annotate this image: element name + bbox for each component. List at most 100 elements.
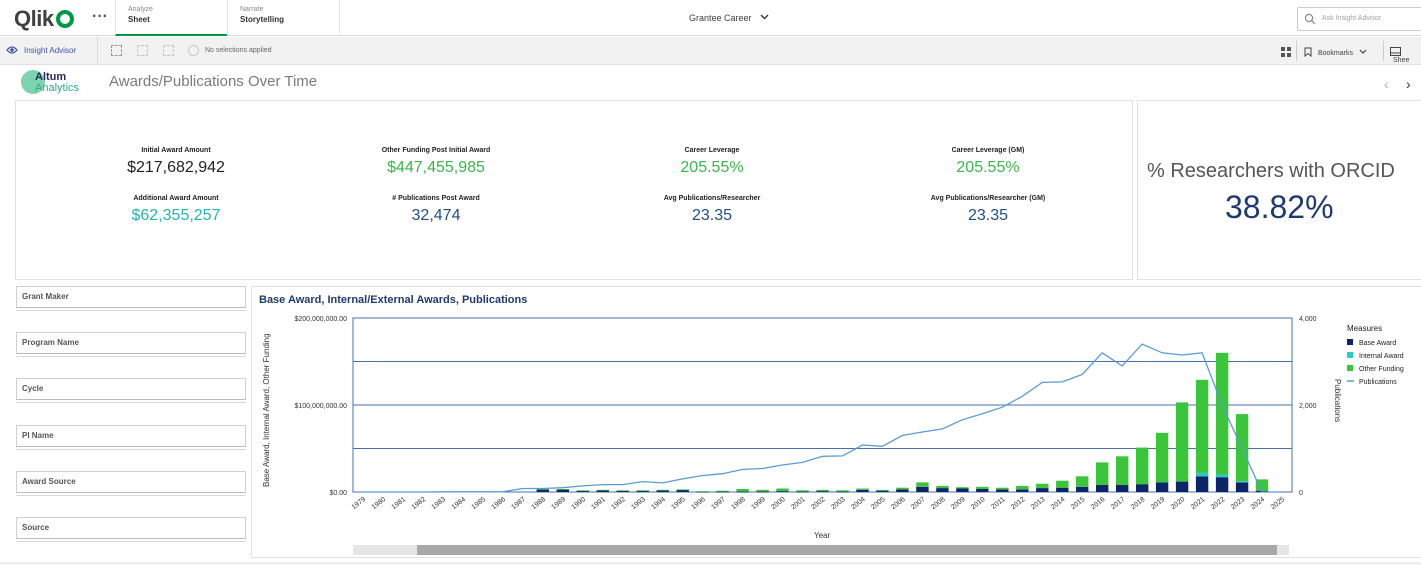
bar-base-award[interactable]	[956, 488, 969, 493]
bar-other-funding[interactable]	[996, 487, 1009, 490]
bar-base-award[interactable]	[836, 491, 849, 493]
filter-award-source[interactable]: Award Source	[16, 471, 246, 493]
bar-other-funding[interactable]	[856, 488, 869, 490]
bars-group[interactable]	[536, 352, 1269, 493]
bookmarks-button[interactable]: Bookmarks	[1304, 47, 1367, 58]
legend-label[interactable]: Other Funding	[1359, 366, 1404, 373]
bar-base-award[interactable]	[996, 489, 1009, 492]
filter-program-name[interactable]: Program Name	[16, 332, 246, 354]
bar-base-award[interactable]	[1215, 477, 1229, 492]
bar-base-award[interactable]	[1195, 476, 1209, 492]
bar-other-funding[interactable]	[576, 490, 589, 492]
step-forward-icon[interactable]	[163, 45, 174, 56]
step-back-icon[interactable]	[137, 45, 148, 56]
bar-other-funding[interactable]	[976, 486, 989, 489]
bar-base-award[interactable]	[756, 491, 769, 493]
bar-base-award[interactable]	[896, 489, 909, 492]
bar-base-award[interactable]	[1076, 486, 1089, 492]
app-title-text: Grantee Career	[689, 13, 752, 23]
bar-other-funding[interactable]	[1036, 483, 1049, 488]
bar-base-award[interactable]	[1056, 487, 1069, 492]
qlik-logo[interactable]: Qlik	[14, 6, 74, 32]
bar-base-award[interactable]	[1116, 485, 1129, 492]
next-sheet-icon[interactable]: ›	[1406, 76, 1411, 92]
more-menu-icon[interactable]: ···	[92, 8, 108, 26]
bar-other-funding[interactable]	[936, 485, 949, 489]
y2-tick-label: 4,000	[1299, 316, 1317, 323]
bar-other-funding[interactable]	[916, 482, 929, 487]
bar-other-funding[interactable]	[816, 489, 829, 492]
bar-other-funding[interactable]	[636, 490, 649, 492]
bar-other-funding[interactable]	[1056, 480, 1069, 488]
legend-label[interactable]: Publications	[1359, 379, 1397, 386]
chart-panel[interactable]: Base Award, Internal/External Awards, Pu…	[251, 286, 1421, 558]
previous-sheet-icon[interactable]: ‹	[1384, 76, 1389, 92]
bar-base-award[interactable]	[816, 491, 829, 492]
filter-cycle[interactable]: Cycle	[16, 378, 246, 400]
bar-base-award[interactable]	[976, 489, 989, 492]
bar-other-funding[interactable]	[776, 488, 789, 492]
ask-insight-advisor-search[interactable]: Ask Insight Advisor	[1297, 7, 1421, 31]
bar-base-award[interactable]	[716, 491, 729, 493]
bar-base-award[interactable]	[1155, 482, 1169, 492]
bar-other-funding[interactable]	[1175, 402, 1189, 482]
bar-base-award[interactable]	[736, 491, 749, 493]
legend[interactable]: Measures Base Award Internal Award Other F…	[1347, 324, 1404, 386]
insight-advisor-button[interactable]: Insight Advisor	[0, 37, 98, 65]
clear-selections-icon[interactable]	[188, 45, 199, 56]
bar-base-award[interactable]	[1016, 489, 1029, 492]
bar-other-funding[interactable]	[716, 490, 729, 492]
legend-label[interactable]: Internal Award	[1359, 353, 1404, 360]
bar-base-award[interactable]	[1136, 484, 1149, 492]
bar-base-award[interactable]	[856, 489, 869, 492]
bar-other-funding[interactable]	[656, 489, 669, 491]
x-tick-label: 2002	[810, 496, 827, 511]
bar-base-award[interactable]	[1235, 482, 1249, 492]
bar-base-award[interactable]	[1096, 485, 1109, 492]
bar-other-funding[interactable]	[836, 490, 849, 492]
bar-other-funding[interactable]	[896, 487, 909, 490]
bar-other-funding[interactable]	[556, 489, 569, 490]
bar-other-funding[interactable]	[1096, 462, 1109, 485]
scrollbar-thumb[interactable]	[417, 545, 1277, 555]
bar-base-award[interactable]	[1175, 481, 1189, 492]
bar-other-funding[interactable]	[616, 490, 629, 492]
sheets-button[interactable]: Shee	[1390, 47, 1421, 64]
bar-other-funding[interactable]	[956, 487, 969, 489]
bar-other-funding[interactable]	[696, 491, 709, 492]
tab-analyze-sheet[interactable]: Analyze Sheet	[115, 0, 227, 36]
bar-internal-award[interactable]	[1215, 474, 1229, 478]
bar-other-funding[interactable]	[676, 489, 689, 491]
bar-base-award[interactable]	[936, 488, 949, 492]
bar-base-award[interactable]	[876, 490, 889, 492]
bar-other-funding[interactable]	[1116, 456, 1129, 485]
bar-base-award[interactable]	[796, 491, 809, 493]
bar-other-funding[interactable]	[796, 490, 809, 492]
orcid-kpi-panel[interactable]: % Researchers with ORCID 38.82%	[1137, 100, 1421, 280]
bar-internal-award[interactable]	[1235, 481, 1249, 483]
filter-grant-maker[interactable]: Grant Maker	[16, 286, 246, 308]
combo-chart[interactable]: 1979 1980 1981 1982 1983 1984 1985 1986 1987 1988…	[252, 287, 1421, 559]
bar-other-funding[interactable]	[1076, 476, 1089, 487]
kpi-panel[interactable]: Initial Award Amount $217,682,942 Other …	[15, 100, 1133, 280]
bar-other-funding[interactable]	[876, 489, 889, 491]
app-title[interactable]: Grantee Career	[689, 13, 769, 23]
legend-label[interactable]: Base Award	[1359, 340, 1396, 347]
grid-icon[interactable]	[1281, 47, 1291, 57]
bar-internal-award[interactable]	[1195, 472, 1209, 477]
bar-base-award[interactable]	[916, 486, 929, 492]
y2-tick-label: 2,000	[1299, 403, 1317, 410]
bar-other-funding[interactable]	[1155, 432, 1169, 483]
filter-source[interactable]: Source	[16, 517, 246, 539]
bar-base-award[interactable]	[776, 491, 789, 492]
bar-other-funding[interactable]	[1136, 447, 1149, 485]
bar-base-award[interactable]	[1036, 488, 1049, 492]
filter-pi-name[interactable]: PI Name	[16, 425, 246, 447]
bar-other-funding[interactable]	[756, 489, 769, 492]
bar-other-funding[interactable]	[596, 489, 609, 491]
bar-other-funding[interactable]	[1195, 379, 1209, 473]
tab-narrate-storytelling[interactable]: Narrate Storytelling	[227, 0, 340, 36]
smart-search-icon[interactable]	[111, 45, 122, 56]
bar-other-funding[interactable]	[1016, 485, 1029, 490]
bar-other-funding[interactable]	[736, 489, 749, 492]
